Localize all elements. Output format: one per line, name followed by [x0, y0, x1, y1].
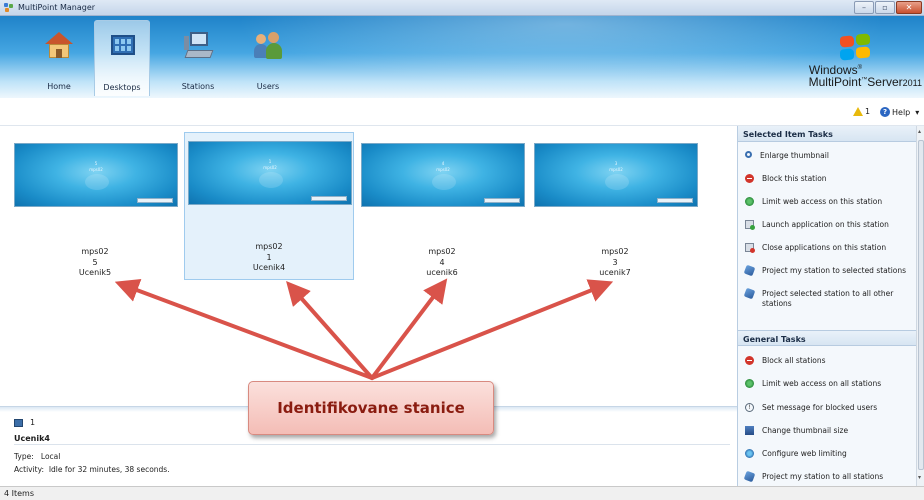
task-launch-application[interactable]: Launch application on this station	[745, 220, 913, 230]
details-type: Type: Local	[14, 452, 61, 461]
task-pane: Selected Item Tasks Enlarge thumbnail Bl…	[737, 126, 924, 486]
scrollbar-thumb[interactable]	[918, 140, 924, 470]
desktops-view: 5 mps02 mps02 5 Ucenik5 1 mps02 mps02 1 …	[0, 126, 737, 406]
desktop-thumbnail-card[interactable]: 5 mps02 mps02 5 Ucenik5	[10, 134, 180, 280]
task-pane-scrollbar[interactable]: ▴ ▾	[916, 126, 924, 486]
task-project-to-selected[interactable]: Project my station to selected stations	[743, 264, 913, 277]
close-button[interactable]: ✕	[896, 1, 922, 14]
desktop-host: mps02	[81, 247, 109, 256]
desktop-station-number: 4	[439, 258, 445, 267]
task-close-applications[interactable]: Close applications on this station	[745, 243, 913, 253]
warning-icon	[853, 107, 863, 116]
task-limit-web-station[interactable]: Limit web access on this station	[745, 197, 913, 207]
desktop-host: mps02	[255, 242, 283, 251]
desktop-thumbnail[interactable]: 3 mps02	[534, 143, 698, 207]
desktop-user: Ucenik5	[78, 268, 112, 277]
warning-indicator[interactable]: 1	[853, 107, 870, 116]
tab-stations[interactable]: Stations	[170, 20, 226, 96]
item-count: 4 Items	[4, 489, 35, 498]
desktop-user: ucenik6	[426, 268, 458, 277]
close-app-icon	[745, 243, 755, 253]
tab-desktops[interactable]: Desktops	[94, 20, 150, 96]
scroll-down-icon[interactable]: ▾	[918, 474, 921, 481]
details-user-name: Ucenik4	[14, 434, 50, 443]
title-bar: MultiPoint Manager – ▫ ✕	[0, 0, 924, 16]
task-enlarge-thumbnail[interactable]: Enlarge thumbnail	[745, 151, 913, 161]
stations-icon	[184, 32, 214, 60]
house-icon	[45, 32, 73, 60]
desktop-thumbnail-card[interactable]: 4 mps02 mps02 4 ucenik6	[357, 134, 527, 280]
tab-home[interactable]: Home	[31, 20, 87, 96]
details-divider	[14, 444, 730, 445]
brand-product: MultiPoint™Server2011	[808, 75, 922, 89]
annotation-callout: Identifikovane stanice	[248, 381, 494, 435]
help-menu[interactable]: ? Help ▾	[880, 107, 919, 117]
tab-desktops-label: Desktops	[103, 83, 141, 92]
block-icon	[745, 356, 754, 365]
tab-home-label: Home	[47, 82, 71, 91]
web-icon	[745, 197, 754, 206]
general-tasks-heading: General Tasks	[738, 330, 916, 346]
selected-tasks-heading: Selected Item Tasks	[738, 126, 916, 142]
status-bar: 4 Items	[0, 486, 924, 500]
chevron-down-icon: ▾	[915, 107, 920, 117]
magnifier-icon	[745, 151, 752, 158]
details-station-number: 1	[30, 418, 36, 427]
tab-stations-label: Stations	[181, 82, 215, 91]
desktop-station-number: 5	[92, 258, 98, 267]
desktop-thumbnail[interactable]: 1 mps02	[188, 141, 352, 205]
task-set-blocked-message[interactable]: ! Set message for blocked users	[745, 403, 913, 413]
maximize-button[interactable]: ▫	[875, 1, 895, 14]
web-icon	[745, 379, 754, 388]
task-project-selected-to-all[interactable]: Project selected station to all other st…	[743, 287, 913, 309]
task-block-station[interactable]: Block this station	[745, 174, 913, 184]
ribbon: Home Desktops Stations Users Windows® Mu…	[0, 16, 924, 98]
launch-app-icon	[745, 220, 755, 230]
desktop-user: Ucenik4	[252, 263, 286, 272]
web-config-icon	[745, 449, 754, 458]
task-change-thumbnail-size[interactable]: Change thumbnail size	[745, 426, 913, 436]
task-block-all[interactable]: Block all stations	[745, 356, 913, 366]
station-icon	[14, 419, 23, 427]
header-strip	[0, 98, 924, 126]
minimize-button[interactable]: –	[854, 1, 874, 14]
desktop-thumbnail-card-selected[interactable]: 1 mps02 mps02 1 Ucenik4	[184, 132, 354, 280]
desktops-icon	[109, 33, 137, 61]
desktop-thumbnail[interactable]: 5 mps02	[14, 143, 178, 207]
tab-users[interactable]: Users	[240, 20, 296, 96]
block-icon	[745, 174, 754, 183]
app-icon	[4, 2, 14, 13]
project-icon	[743, 264, 756, 277]
project-icon	[743, 470, 756, 483]
task-limit-web-all[interactable]: Limit web access on all stations	[745, 379, 913, 389]
window-title: MultiPoint Manager	[18, 3, 96, 12]
help-icon: ?	[880, 107, 890, 117]
project-icon	[743, 287, 756, 300]
windows-logo-icon	[840, 33, 872, 62]
desktop-user: ucenik7	[599, 268, 631, 277]
desktop-host: mps02	[601, 247, 629, 256]
users-icon	[254, 32, 282, 60]
info-icon: !	[745, 403, 754, 412]
scroll-up-icon[interactable]: ▴	[918, 128, 921, 135]
desktop-host: mps02	[428, 247, 456, 256]
desktop-thumbnail-card[interactable]: 3 mps02 mps02 3 ucenik7	[530, 134, 700, 280]
task-project-to-all[interactable]: Project my station to all stations	[743, 470, 913, 483]
help-label: Help	[892, 107, 911, 117]
desktop-thumbnail[interactable]: 4 mps02	[361, 143, 525, 207]
task-configure-web-limiting[interactable]: Configure web limiting	[745, 449, 913, 459]
details-activity: Activity: Idle for 32 minutes, 38 second…	[14, 465, 170, 474]
desktop-station-number: 1	[266, 253, 272, 262]
warning-count: 1	[865, 107, 871, 116]
thumbnail-size-icon	[745, 426, 754, 435]
desktop-station-number: 3	[612, 258, 618, 267]
tab-users-label: Users	[256, 82, 280, 91]
